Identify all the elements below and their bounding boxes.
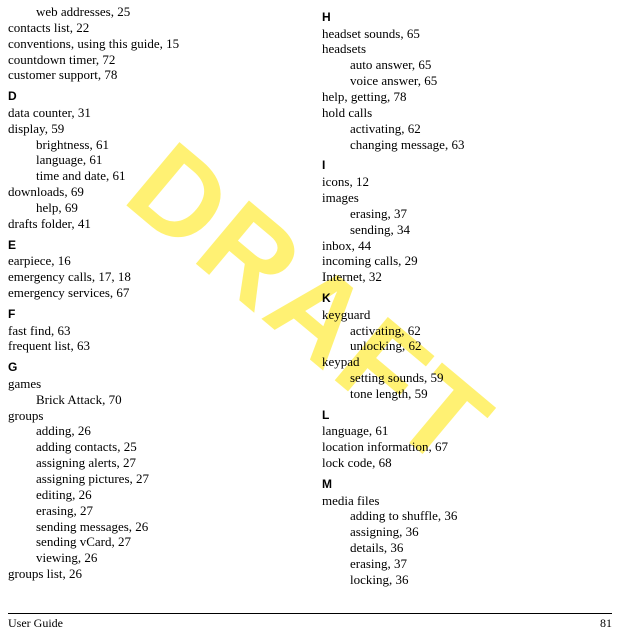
index-entry: Internet, 32 — [322, 269, 612, 285]
index-entry: Brick Attack, 70 — [8, 392, 298, 408]
index-entry: setting sounds, 59 — [322, 370, 612, 386]
index-entry: display, 59 — [8, 121, 298, 137]
index-entry: fast find, 63 — [8, 323, 298, 339]
index-entry: voice answer, 65 — [322, 73, 612, 89]
index-entry: locking, 36 — [322, 572, 612, 588]
index-letter: D — [8, 89, 298, 105]
index-entry: inbox, 44 — [322, 238, 612, 254]
index-letter: M — [322, 477, 612, 493]
index-entry: erasing, 37 — [322, 206, 612, 222]
index-entry: assigning, 36 — [322, 524, 612, 540]
index-entry: media files — [322, 493, 612, 509]
index-entry: brightness, 61 — [8, 137, 298, 153]
index-entry: adding contacts, 25 — [8, 439, 298, 455]
index-entry: auto answer, 65 — [322, 57, 612, 73]
index-entry: contacts list, 22 — [8, 20, 298, 36]
index-entry: changing message, 63 — [322, 137, 612, 153]
index-entry: games — [8, 376, 298, 392]
index-entry: headset sounds, 65 — [322, 26, 612, 42]
index-letter: L — [322, 408, 612, 424]
index-entry: headsets — [322, 41, 612, 57]
index-entry: groups — [8, 408, 298, 424]
index-entry: emergency calls, 17, 18 — [8, 269, 298, 285]
index-entry: location information, 67 — [322, 439, 612, 455]
index-entry: groups list, 26 — [8, 566, 298, 582]
index-column-right: Hheadset sounds, 65headsetsauto answer, … — [322, 4, 612, 588]
index-entry: hold calls — [322, 105, 612, 121]
index-entry: unlocking, 62 — [322, 338, 612, 354]
index-entry: countdown timer, 72 — [8, 52, 298, 68]
index-entry: tone length, 59 — [322, 386, 612, 402]
index-entry: keyguard — [322, 307, 612, 323]
footer-left: User Guide — [8, 616, 63, 631]
index-entry: adding, 26 — [8, 423, 298, 439]
index-entry: earpiece, 16 — [8, 253, 298, 269]
index-letter: G — [8, 360, 298, 376]
index-entry: customer support, 78 — [8, 67, 298, 83]
index-letter: E — [8, 238, 298, 254]
index-entry: conventions, using this guide, 15 — [8, 36, 298, 52]
index-entry: sending, 34 — [322, 222, 612, 238]
index-entry: adding to shuffle, 36 — [322, 508, 612, 524]
index-entry: frequent list, 63 — [8, 338, 298, 354]
index-letter: H — [322, 10, 612, 26]
page-footer: User Guide 81 — [8, 613, 612, 631]
index-columns: web addresses, 25contacts list, 22conven… — [8, 4, 612, 588]
index-entry: activating, 62 — [322, 121, 612, 137]
index-entry: language, 61 — [322, 423, 612, 439]
index-entry: erasing, 37 — [322, 556, 612, 572]
index-entry: details, 36 — [322, 540, 612, 556]
index-page: web addresses, 25contacts list, 22conven… — [0, 0, 620, 588]
index-entry: viewing, 26 — [8, 550, 298, 566]
index-column-left: web addresses, 25contacts list, 22conven… — [8, 4, 298, 588]
index-letter: I — [322, 158, 612, 174]
index-entry: activating, 62 — [322, 323, 612, 339]
index-entry: images — [322, 190, 612, 206]
index-entry: sending messages, 26 — [8, 519, 298, 535]
index-entry: assigning alerts, 27 — [8, 455, 298, 471]
index-letter: K — [322, 291, 612, 307]
index-entry: help, 69 — [8, 200, 298, 216]
index-letter: F — [8, 307, 298, 323]
index-entry: icons, 12 — [322, 174, 612, 190]
footer-page-number: 81 — [600, 616, 612, 631]
index-entry: erasing, 27 — [8, 503, 298, 519]
index-entry: lock code, 68 — [322, 455, 612, 471]
index-entry: drafts folder, 41 — [8, 216, 298, 232]
index-entry: help, getting, 78 — [322, 89, 612, 105]
index-entry: assigning pictures, 27 — [8, 471, 298, 487]
index-entry: editing, 26 — [8, 487, 298, 503]
index-entry: sending vCard, 27 — [8, 534, 298, 550]
index-entry: downloads, 69 — [8, 184, 298, 200]
index-entry: language, 61 — [8, 152, 298, 168]
index-entry: data counter, 31 — [8, 105, 298, 121]
index-entry: time and date, 61 — [8, 168, 298, 184]
index-entry: keypad — [322, 354, 612, 370]
index-entry: emergency services, 67 — [8, 285, 298, 301]
index-entry: incoming calls, 29 — [322, 253, 612, 269]
index-entry: web addresses, 25 — [8, 4, 298, 20]
